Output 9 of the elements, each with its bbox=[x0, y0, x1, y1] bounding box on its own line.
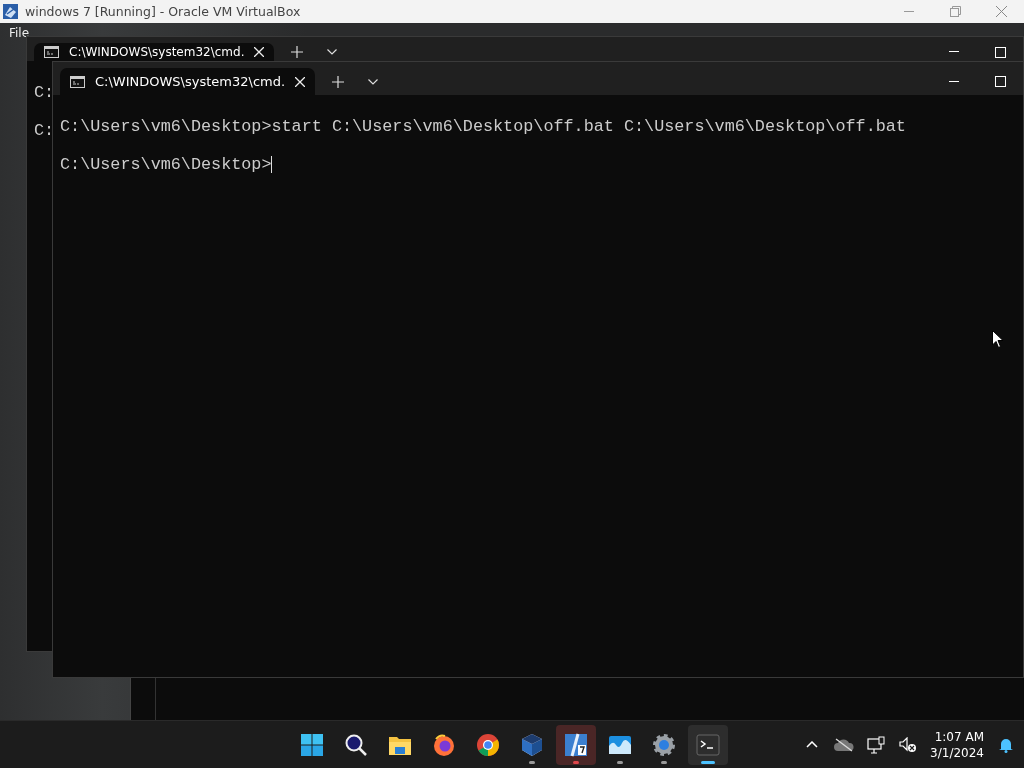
window-title: windows 7 [Running] - Oracle VM VirtualBox bbox=[25, 4, 302, 19]
terminal-line: C: bbox=[34, 121, 55, 140]
terminal-line: C: bbox=[34, 83, 55, 102]
clock[interactable]: 1:07 AM 3/1/2024 bbox=[924, 728, 992, 761]
terminal-tab[interactable]: C:\WINDOWS\system32\cmd. bbox=[34, 43, 275, 61]
menu-item[interactable]: File bbox=[9, 26, 30, 40]
terminal-line: C:\Users\vm6\Desktop> bbox=[60, 155, 272, 174]
terminal-line: C:\Users\vm6\Desktop>start C:\Users\vm6\Desktop\off.bat C:\Users\vm6\Desktop\off.bat bbox=[60, 117, 906, 136]
terminal-tab[interactable]: C:\WINDOWS\system32\cmd. bbox=[60, 68, 316, 95]
